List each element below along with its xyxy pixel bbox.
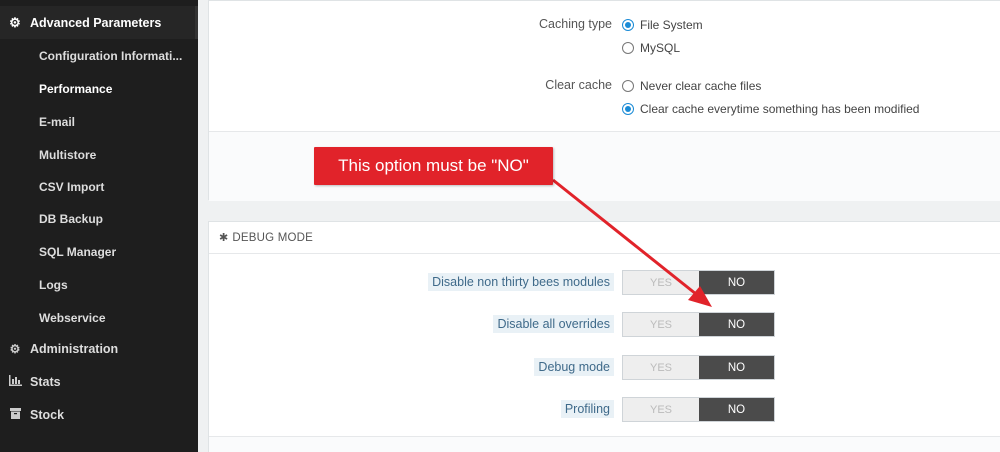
sidebar-subitem-db-backup[interactable]: DB Backup [39, 212, 103, 226]
radio-button[interactable] [622, 80, 634, 92]
switch-no-option[interactable]: NO [699, 271, 774, 294]
profiling-switch[interactable]: YES NO [622, 397, 775, 422]
radio-button[interactable] [622, 19, 634, 31]
sidebar-subitem-performance[interactable]: Performance [39, 82, 112, 96]
sidebar-item-administration[interactable]: ⚙ Administration [0, 342, 119, 356]
sidebar-subitem-multistore[interactable]: Multistore [39, 148, 96, 162]
switch-no-option[interactable]: NO [699, 356, 774, 379]
switch-no-option[interactable]: NO [699, 398, 774, 421]
option-label: Clear cache everytime something has been… [640, 102, 920, 116]
sidebar-subitem-csv-import[interactable]: CSV Import [39, 180, 104, 194]
sidebar-item-label: Administration [30, 342, 119, 356]
disable-non-thirty-bees-modules-switch[interactable]: YES NO [622, 270, 775, 295]
bar-chart-icon [0, 375, 30, 389]
sidebar-subitem-webservice[interactable]: Webservice [39, 311, 106, 325]
gears-icon: ⚙ [9, 14, 21, 30]
panel-header: ✱ DEBUG MODE [209, 222, 1000, 254]
switch-no-option[interactable]: NO [699, 313, 774, 336]
switch-yes-option[interactable]: YES [623, 313, 699, 336]
sidebar-item-label: Stock [30, 408, 65, 422]
sidebar-subitem-email[interactable]: E-mail [39, 115, 75, 129]
panel-footer [209, 436, 1000, 452]
radio-button[interactable] [622, 42, 634, 54]
box-icon [0, 408, 30, 422]
option-label: Never clear cache files [640, 79, 762, 93]
switch-yes-option[interactable]: YES [623, 356, 699, 379]
switch-yes-option[interactable]: YES [623, 271, 699, 294]
sidebar-subitem-logs[interactable]: Logs [39, 278, 68, 292]
sidebar-item-stock[interactable]: Stock [0, 408, 64, 422]
caching-option-file-system[interactable]: File System [622, 18, 703, 32]
sidebar-item-advanced-parameters[interactable]: ⚙ Advanced Parameters [0, 6, 198, 39]
option-label: File System [640, 18, 703, 32]
debug-mode-label: Debug mode [534, 358, 614, 376]
sidebar-item-label: Advanced Parameters [30, 15, 162, 30]
option-label: MySQL [640, 41, 681, 55]
disable-all-overrides-switch[interactable]: YES NO [622, 312, 775, 337]
profiling-label: Profiling [560, 400, 614, 418]
clear-cache-option-everytime[interactable]: Clear cache everytime something has been… [622, 102, 919, 116]
sidebar-item-stats[interactable]: Stats [0, 375, 61, 389]
panel-title: DEBUG MODE [232, 231, 314, 244]
gear-icon: ⚙ [9, 342, 21, 356]
clear-cache-option-never[interactable]: Never clear cache files [622, 79, 761, 93]
disable-all-overrides-label: Disable all overrides [493, 315, 614, 333]
switch-yes-option[interactable]: YES [623, 398, 699, 421]
clear-cache-label: Clear cache [545, 78, 612, 92]
bug-icon: ✱ [219, 232, 229, 244]
annotation-callout: This option must be "NO" [314, 147, 553, 185]
sidebar-item-label: Stats [30, 375, 61, 389]
radio-button[interactable] [622, 103, 634, 115]
caching-type-label: Caching type [539, 17, 612, 31]
sidebar-subitem-sql-manager[interactable]: SQL Manager [39, 245, 116, 259]
caching-option-mysql[interactable]: MySQL [622, 41, 680, 55]
sidebar-subitem-configuration-information[interactable]: Configuration Informati... [39, 49, 182, 63]
debug-mode-switch[interactable]: YES NO [622, 355, 775, 380]
sidebar: ⚙ Advanced Parameters Configuration Info… [0, 0, 198, 452]
disable-non-thirty-bees-modules-label: Disable non thirty bees modules [428, 273, 614, 291]
